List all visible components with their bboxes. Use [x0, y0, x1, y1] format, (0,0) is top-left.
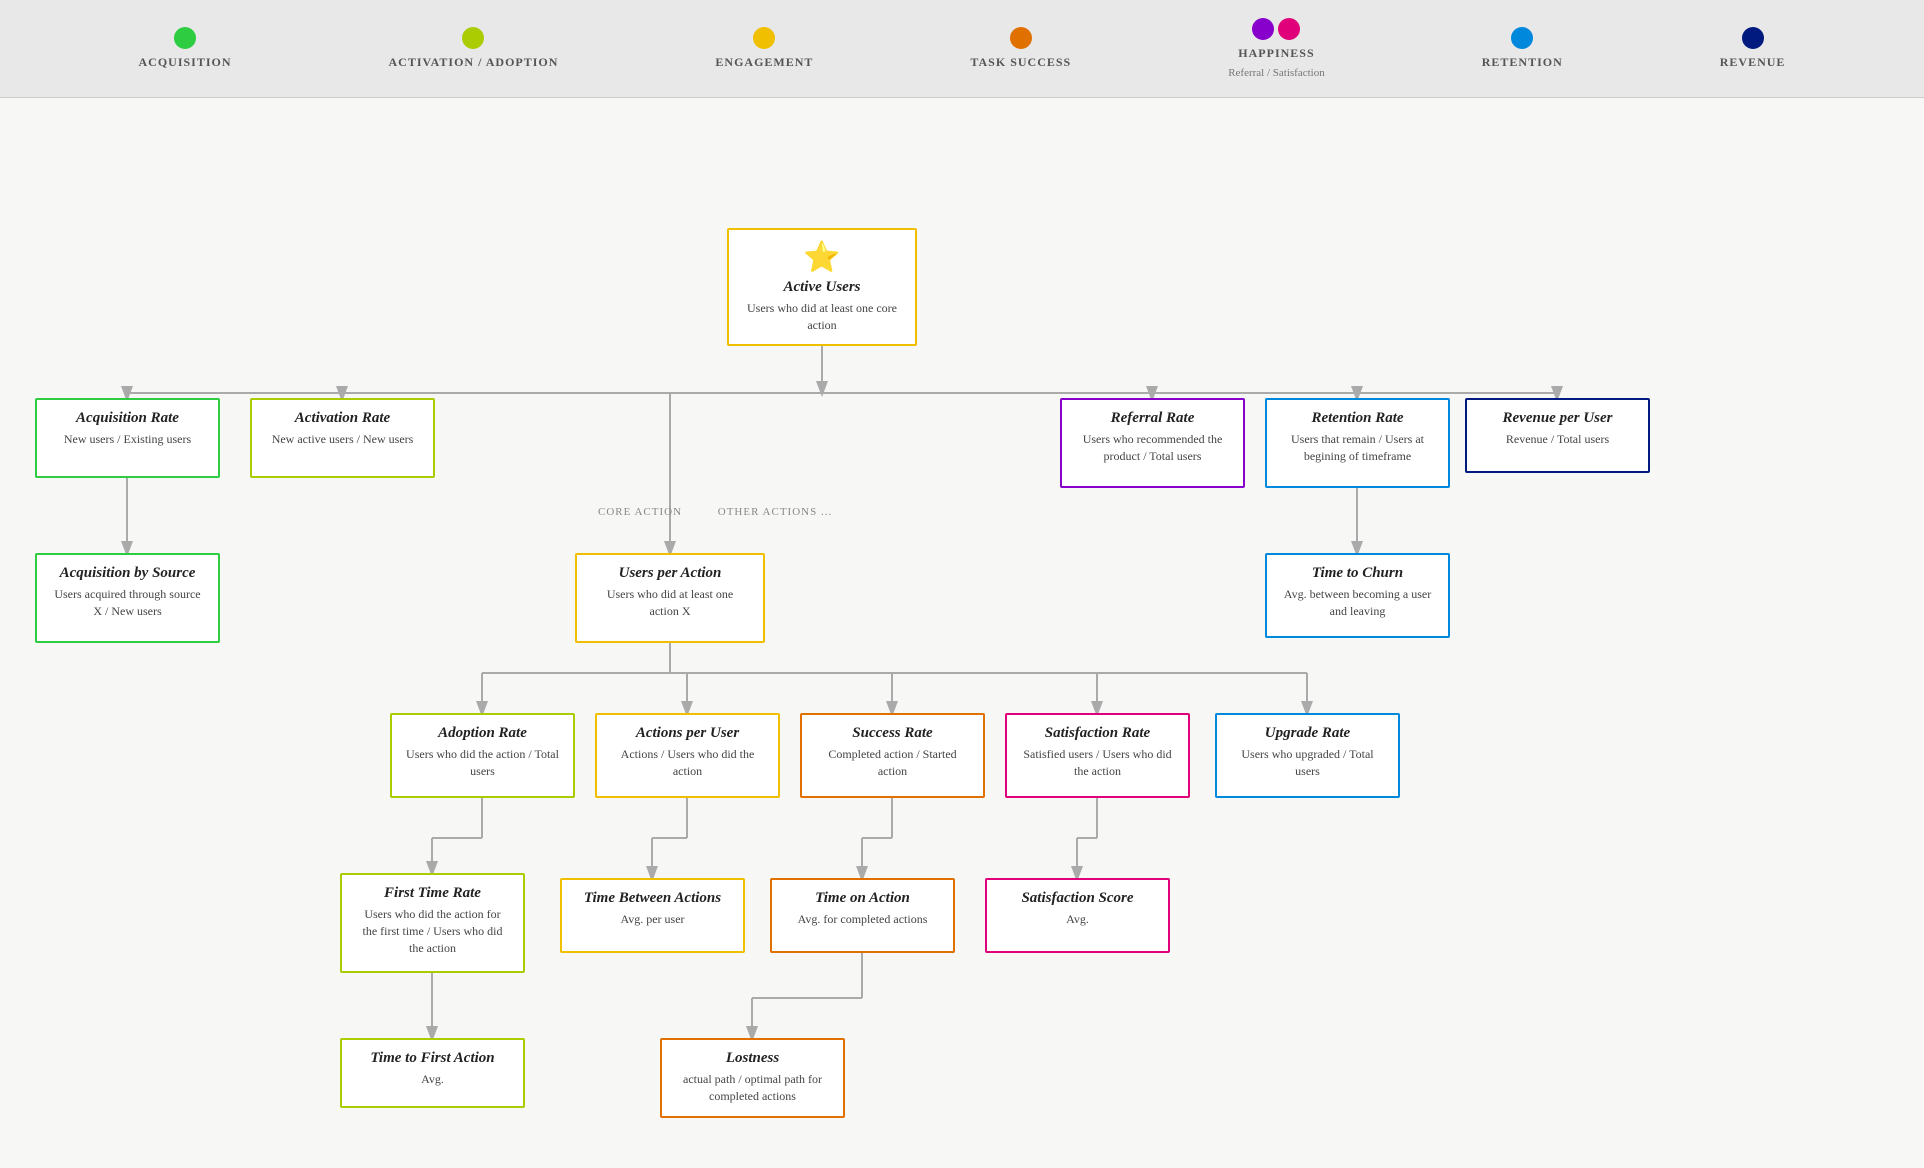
top-bar: ACQUISITION ACTIVATION / ADOPTION ENGAGE… [0, 0, 1924, 98]
legend-item-retention: RETENTION [1482, 27, 1563, 70]
lostness-title: Lostness [676, 1050, 829, 1067]
node-satisfaction-rate[interactable]: Satisfaction Rate Satisfied users / User… [1005, 713, 1190, 798]
node-revenue-per-user[interactable]: Revenue per User Revenue / Total users [1465, 398, 1650, 473]
legend-item-engagement: ENGAGEMENT [715, 27, 813, 70]
acquisition-rate-subtitle: New users / Existing users [51, 431, 204, 448]
happiness-dot-2 [1278, 18, 1300, 40]
active-users-title: Active Users [743, 279, 901, 296]
active-users-star: ⭐ [743, 240, 901, 275]
happiness-dot-1 [1252, 18, 1274, 40]
node-adoption-rate[interactable]: Adoption Rate Users who did the action /… [390, 713, 575, 798]
acquisition-label: ACQUISITION [138, 55, 231, 70]
activation-dot [462, 27, 484, 49]
node-satisfaction-score[interactable]: Satisfaction Score Avg. [985, 878, 1170, 953]
acquisition-by-source-subtitle: Users acquired through source X / New us… [51, 586, 204, 620]
task-success-label: TASK SUCCESS [970, 55, 1071, 70]
revenue-per-user-subtitle: Revenue / Total users [1481, 431, 1634, 448]
satisfaction-score-subtitle: Avg. [1001, 911, 1154, 928]
users-per-action-subtitle: Users who did at least one action X [591, 586, 749, 620]
node-active-users[interactable]: ⭐ Active Users Users who did at least on… [727, 228, 917, 346]
node-time-to-first-action[interactable]: Time to First Action Avg. [340, 1038, 525, 1108]
legend-item-activation: ACTIVATION / ADOPTION [389, 27, 559, 70]
retention-rate-title: Retention Rate [1281, 410, 1434, 427]
node-acquisition-by-source[interactable]: Acquisition by Source Users acquired thr… [35, 553, 220, 643]
node-retention-rate[interactable]: Retention Rate Users that remain / Users… [1265, 398, 1450, 488]
first-time-rate-title: First Time Rate [356, 885, 509, 902]
upgrade-rate-subtitle: Users who upgraded / Total users [1231, 746, 1384, 780]
node-time-to-churn[interactable]: Time to Churn Avg. between becoming a us… [1265, 553, 1450, 638]
node-lostness[interactable]: Lostness actual path / optimal path for … [660, 1038, 845, 1118]
time-to-first-action-title: Time to First Action [356, 1050, 509, 1067]
diagram-area: ⭐ Active Users Users who did at least on… [0, 98, 1924, 1168]
satisfaction-score-title: Satisfaction Score [1001, 890, 1154, 907]
satisfaction-rate-title: Satisfaction Rate [1021, 725, 1174, 742]
connector-lines [0, 98, 1924, 1168]
legend-item-task-success: TASK SUCCESS [970, 27, 1071, 70]
acquisition-by-source-title: Acquisition by Source [51, 565, 204, 582]
adoption-rate-subtitle: Users who did the action / Total users [406, 746, 559, 780]
revenue-label: REVENUE [1720, 55, 1786, 70]
time-to-churn-subtitle: Avg. between becoming a user and leaving [1281, 586, 1434, 620]
actions-per-user-title: Actions per User [611, 725, 764, 742]
node-time-on-action[interactable]: Time on Action Avg. for completed action… [770, 878, 955, 953]
node-users-per-action[interactable]: Users per Action Users who did at least … [575, 553, 765, 643]
engagement-dot [753, 27, 775, 49]
retention-label: RETENTION [1482, 55, 1563, 70]
engagement-label: ENGAGEMENT [715, 55, 813, 70]
active-users-subtitle: Users who did at least one core action [743, 300, 901, 334]
node-activation-rate[interactable]: Activation Rate New active users / New u… [250, 398, 435, 478]
actions-per-user-subtitle: Actions / Users who did the action [611, 746, 764, 780]
satisfaction-rate-subtitle: Satisfied users / Users who did the acti… [1021, 746, 1174, 780]
users-per-action-title: Users per Action [591, 565, 749, 582]
node-actions-per-user[interactable]: Actions per User Actions / Users who did… [595, 713, 780, 798]
activation-rate-title: Activation Rate [266, 410, 419, 427]
node-acquisition-rate[interactable]: Acquisition Rate New users / Existing us… [35, 398, 220, 478]
activation-label: ACTIVATION / ADOPTION [389, 55, 559, 70]
node-success-rate[interactable]: Success Rate Completed action / Started … [800, 713, 985, 798]
referral-rate-subtitle: Users who recommended the product / Tota… [1076, 431, 1229, 465]
node-upgrade-rate[interactable]: Upgrade Rate Users who upgraded / Total … [1215, 713, 1400, 798]
happiness-sublabel: Referral / Satisfaction [1228, 67, 1325, 79]
node-time-between-actions[interactable]: Time Between Actions Avg. per user [560, 878, 745, 953]
adoption-rate-title: Adoption Rate [406, 725, 559, 742]
activation-rate-subtitle: New active users / New users [266, 431, 419, 448]
acquisition-rate-title: Acquisition Rate [51, 410, 204, 427]
retention-dot [1511, 27, 1533, 49]
legend-item-happiness: HAPPINESS Referral / Satisfaction [1228, 18, 1325, 79]
time-to-churn-title: Time to Churn [1281, 565, 1434, 582]
legend-item-acquisition: ACQUISITION [138, 27, 231, 70]
upgrade-rate-title: Upgrade Rate [1231, 725, 1384, 742]
time-to-first-action-subtitle: Avg. [356, 1071, 509, 1088]
revenue-dot [1742, 27, 1764, 49]
time-between-actions-title: Time Between Actions [576, 890, 729, 907]
time-between-actions-subtitle: Avg. per user [576, 911, 729, 928]
node-first-time-rate[interactable]: First Time Rate Users who did the action… [340, 873, 525, 973]
success-rate-subtitle: Completed action / Started action [816, 746, 969, 780]
time-on-action-subtitle: Avg. for completed actions [786, 911, 939, 928]
node-referral-rate[interactable]: Referral Rate Users who recommended the … [1060, 398, 1245, 488]
legend-item-revenue: REVENUE [1720, 27, 1786, 70]
success-rate-title: Success Rate [816, 725, 969, 742]
retention-rate-subtitle: Users that remain / Users at begining of… [1281, 431, 1434, 465]
label-other-actions: OTHER ACTIONS ... [710, 506, 840, 518]
referral-rate-title: Referral Rate [1076, 410, 1229, 427]
revenue-per-user-title: Revenue per User [1481, 410, 1634, 427]
time-on-action-title: Time on Action [786, 890, 939, 907]
acquisition-dot [174, 27, 196, 49]
task-success-dot [1010, 27, 1032, 49]
lostness-subtitle: actual path / optimal path for completed… [676, 1071, 829, 1105]
happiness-label: HAPPINESS [1238, 46, 1314, 61]
first-time-rate-subtitle: Users who did the action for the first t… [356, 906, 509, 956]
label-core-action: CORE ACTION [580, 506, 700, 518]
